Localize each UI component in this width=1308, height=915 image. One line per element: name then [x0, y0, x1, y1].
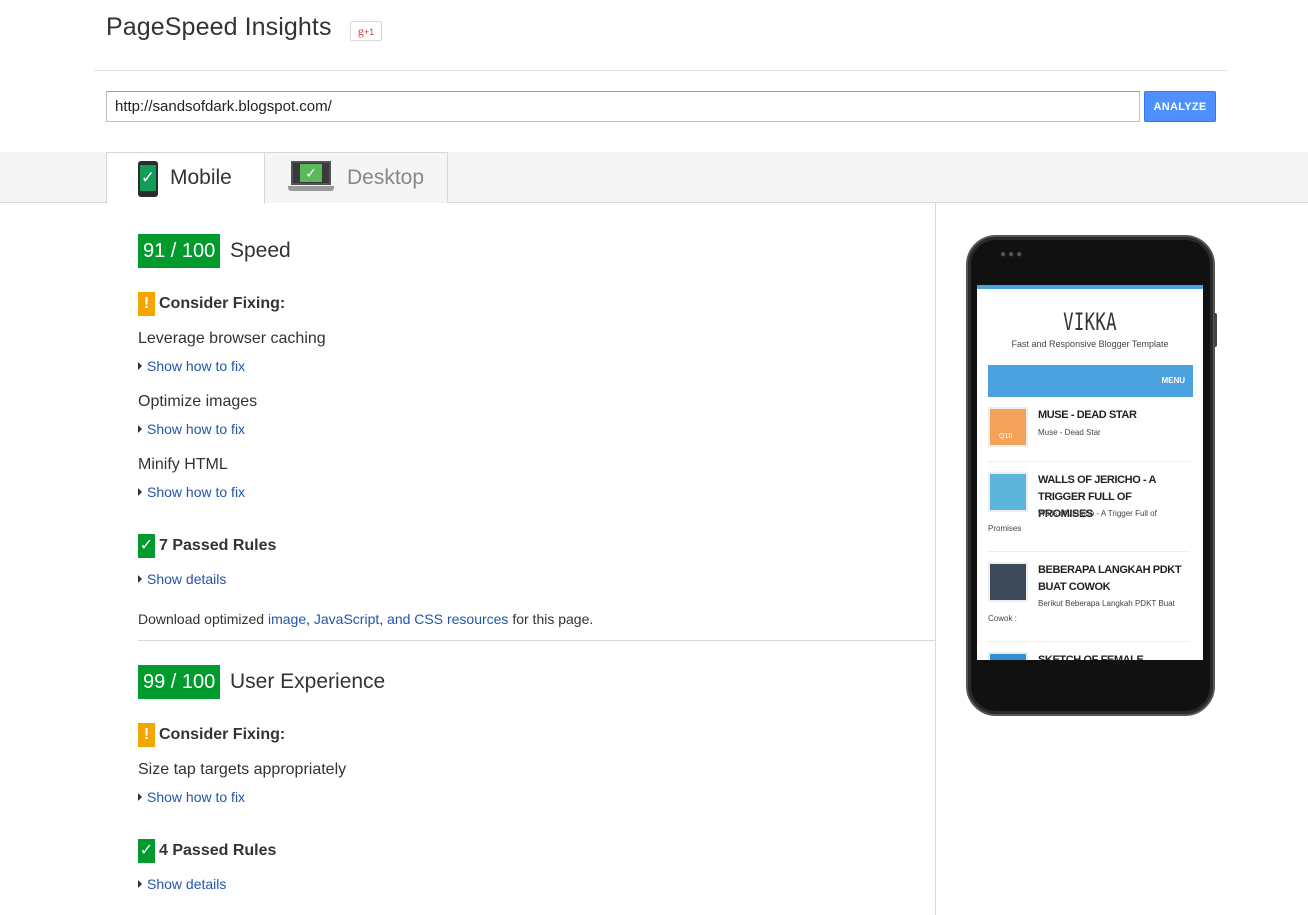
preview-post-thumbnail — [988, 652, 1028, 660]
speed-consider-fixing: Consider Fixing: — [159, 295, 286, 312]
mobile-phone-icon: ✓ — [138, 161, 158, 197]
ux-passed-check-icon: ✓ — [138, 839, 155, 863]
speed-warning-icon: ! — [138, 292, 155, 316]
preview-post-excerpt: Muse - Dead Star — [1038, 428, 1101, 437]
header: PageSpeed Insights g+1 — [0, 0, 1308, 72]
expand-triangle-icon — [138, 488, 142, 496]
preview-post-thumb-text: Q10 — [999, 433, 1013, 440]
preview-post-title: BEBERAPA LANGKAH PDKT BUAT COWOK — [1038, 564, 1182, 593]
speed-show-details-link[interactable]: Show details — [138, 571, 226, 587]
speed-rule-show-fix-link[interactable]: Show how to fix — [138, 421, 245, 437]
ux-show-details-link[interactable]: Show details — [138, 876, 226, 892]
preview-menu-bar: MENU — [988, 365, 1193, 397]
speed-rule-name: Minify HTML — [138, 456, 228, 473]
gplus-button[interactable]: g+1 — [350, 21, 382, 41]
download-css-link[interactable]: and CSS resources — [387, 611, 508, 627]
ux-rule-show-fix-link[interactable]: Show how to fix — [138, 789, 245, 805]
gplus-plus: +1 — [363, 27, 375, 37]
preview-top-bar — [977, 285, 1203, 289]
preview-post-excerpt: Walls of Jericho - A Trigger Full of Pro… — [988, 509, 1157, 533]
expand-triangle-icon — [138, 793, 142, 801]
tab-desktop[interactable]: ✓ Desktop — [264, 152, 448, 203]
speed-passed-rules: 7 Passed Rules — [159, 537, 277, 554]
phone-side-button — [1214, 313, 1217, 347]
header-divider — [94, 70, 1228, 71]
expand-triangle-icon — [138, 425, 142, 433]
expand-triangle-icon — [138, 880, 142, 888]
download-js-link[interactable]: JavaScript — [314, 611, 379, 627]
expand-triangle-icon — [138, 362, 142, 370]
speed-title: Speed — [230, 239, 291, 262]
analyze-button[interactable]: ANALYZE — [1144, 91, 1216, 122]
preview-blog-title: VIKKA — [1063, 308, 1117, 336]
section-divider — [138, 640, 935, 641]
preview-menu-label: MENU — [1161, 376, 1185, 385]
ux-warning-icon: ! — [138, 723, 155, 747]
speed-rule-show-fix-link[interactable]: Show how to fix — [138, 358, 245, 374]
speed-rule-name: Leverage browser caching — [138, 330, 326, 347]
preview-tagline: Fast and Responsive Blogger Template — [1011, 339, 1169, 349]
download-optimized-line: Download optimized image, JavaScript, an… — [138, 611, 594, 627]
expand-triangle-icon — [138, 575, 142, 583]
preview-post-title: SKETCH OF FEMALE INDONESIAN — [1038, 654, 1144, 660]
tab-mobile[interactable]: ✓ Mobile — [106, 152, 265, 204]
phone-preview-screen: VIKKA Fast and Responsive Blogger Templa… — [977, 285, 1203, 660]
speed-passed-check-icon: ✓ — [138, 534, 155, 558]
ux-rule-name: Size tap targets appropriately — [138, 761, 347, 778]
ux-consider-fixing: Consider Fixing: — [159, 726, 286, 743]
download-image-link[interactable]: image — [268, 611, 306, 627]
tab-mobile-label: Mobile — [170, 166, 232, 189]
ux-score-badge: 99 / 100 — [138, 665, 221, 699]
ux-title: User Experience — [230, 670, 386, 693]
speed-score-badge: 91 / 100 — [138, 234, 221, 268]
desktop-monitor-check-icon: ✓ — [300, 164, 322, 182]
preview-post-excerpt: Berikut Beberapa Langkah PDKT Buat Cowok… — [988, 599, 1175, 623]
speed-rule-name: Optimize images — [138, 393, 258, 410]
tab-desktop-label: Desktop — [347, 166, 425, 189]
ux-passed-rules: 4 Passed Rules — [159, 842, 277, 859]
desktop-monitor-icon: ✓ — [288, 161, 334, 195]
sidebar-divider — [935, 203, 936, 915]
mobile-phone-check-icon: ✓ — [140, 165, 156, 191]
device-tab-bar: ✓ Mobile ✓ Desktop — [0, 152, 1308, 204]
url-input[interactable] — [106, 91, 1140, 122]
preview-post-thumbnail: Q10 — [988, 407, 1028, 447]
phone-sensor-dots: ●●● — [1000, 249, 1025, 260]
app-title: PageSpeed Insights — [106, 13, 332, 41]
speed-rule-show-fix-link[interactable]: Show how to fix — [138, 484, 245, 500]
preview-post-title: MUSE - DEAD STAR — [1038, 409, 1137, 421]
